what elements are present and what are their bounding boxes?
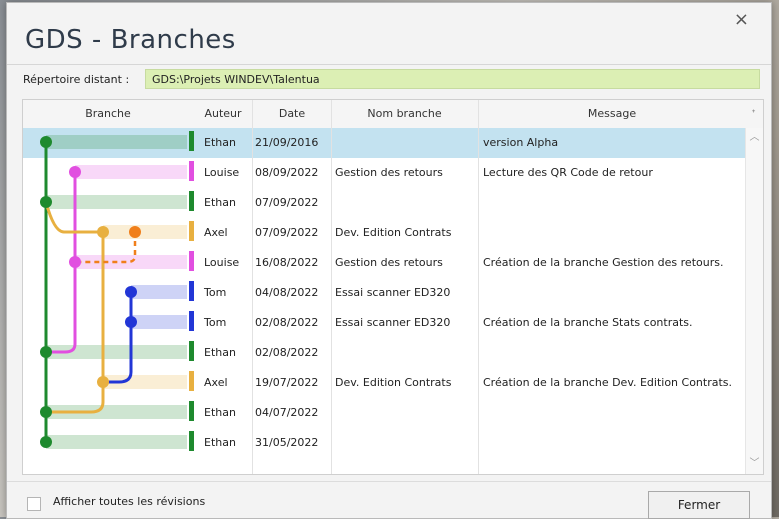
message-cell <box>483 428 745 458</box>
branch-track <box>46 135 187 149</box>
message-cell: Création de la branche Dev. Edition Cont… <box>483 376 733 389</box>
message-cell: Création de la branche Stats contrats. <box>483 316 693 329</box>
branch-name-cell: Gestion des retours <box>335 256 443 269</box>
tom-branch-line <box>103 292 133 384</box>
branch-graph <box>40 135 187 449</box>
commit-dot <box>40 136 52 148</box>
message-cell: Création de la branche Gestion des retou… <box>483 256 724 269</box>
message-cell <box>483 218 745 248</box>
header-message[interactable]: Message <box>478 100 746 128</box>
scroll-down-icon[interactable]: ﹀ <box>746 456 763 472</box>
branch-name-cell: Gestion des retours <box>335 166 443 179</box>
date-cell: 07/09/2022 <box>255 226 319 239</box>
repository-field[interactable]: GDS:\Projets WINDEV\Talentua <box>145 69 760 89</box>
branch-track <box>103 225 187 239</box>
vertical-scrollbar[interactable]: ︿ ﹀ <box>745 128 763 474</box>
commit-dot <box>69 256 81 268</box>
message-cell: Lecture des QR Code de retour <box>483 166 653 179</box>
branch-name-cell <box>335 188 478 218</box>
message-cell <box>483 278 745 308</box>
show-all-revisions-label: Afficher toutes les révisions <box>53 495 206 508</box>
date-cell: 19/07/2022 <box>255 376 319 389</box>
date-cell: 04/08/2022 <box>255 286 319 299</box>
column-divider <box>252 100 253 474</box>
date-cell: 16/08/2022 <box>255 256 319 269</box>
title-divider <box>7 64 771 65</box>
column-divider <box>331 100 332 474</box>
branch-track <box>131 315 187 329</box>
window-title: GDS - Branches <box>25 25 236 55</box>
branch-track <box>131 285 187 299</box>
message-cell <box>483 188 745 218</box>
message-cell <box>483 338 745 368</box>
commit-dot <box>97 226 109 238</box>
scroll-up-icon[interactable]: ︿ <box>746 130 763 146</box>
date-cell: 31/05/2022 <box>255 436 319 449</box>
header-branche[interactable]: Branche <box>23 100 193 128</box>
branches-table: Branche Auteur Date Nom branche Message … <box>22 99 764 475</box>
repository-label: Répertoire distant : <box>23 73 130 86</box>
branch-name-cell: Dev. Edition Contrats <box>335 226 452 239</box>
close-button[interactable]: Fermer <box>648 491 750 519</box>
commit-dot <box>69 166 81 178</box>
branch-name-cell <box>335 338 478 368</box>
branch-track <box>75 165 187 179</box>
branch-name-cell <box>335 428 478 458</box>
column-divider <box>478 100 479 474</box>
date-cell: 08/09/2022 <box>255 166 319 179</box>
commit-dot <box>40 406 52 418</box>
date-cell: 07/09/2022 <box>255 196 319 209</box>
branches-dialog: GDS - Branches × Répertoire distant : GD… <box>6 2 772 519</box>
commit-dot <box>40 436 52 448</box>
commit-dot <box>125 286 137 298</box>
branch-name-cell: Dev. Edition Contrats <box>335 376 452 389</box>
branch-name-cell: Essai scanner ED320 <box>335 286 451 299</box>
header-date[interactable]: Date <box>253 100 331 128</box>
show-all-revisions-checkbox[interactable] <box>27 497 41 511</box>
branch-name-cell <box>335 128 478 158</box>
header-extra-icon[interactable]: ᐩ <box>745 100 762 128</box>
close-icon[interactable]: × <box>734 9 749 30</box>
commit-dot <box>40 346 52 358</box>
table-header: Branche Auteur Date Nom branche Message … <box>23 100 763 129</box>
date-cell: 21/09/2016 <box>255 136 319 149</box>
branch-name-cell: Essai scanner ED320 <box>335 316 451 329</box>
header-nom-branche[interactable]: Nom branche <box>331 100 478 128</box>
branch-name-cell <box>335 398 478 428</box>
message-cell: version Alpha <box>483 136 559 149</box>
commit-dot <box>125 316 137 328</box>
commit-dot <box>97 376 109 388</box>
date-cell: 04/07/2022 <box>255 406 319 419</box>
commit-dot <box>129 226 141 238</box>
header-auteur[interactable]: Auteur <box>193 100 253 128</box>
date-cell: 02/08/2022 <box>255 346 319 359</box>
date-cell: 02/08/2022 <box>255 316 319 329</box>
branch-track <box>46 435 187 449</box>
commit-dot <box>40 196 52 208</box>
footer-divider <box>7 481 771 482</box>
branch-track <box>46 195 187 209</box>
message-cell <box>483 398 745 428</box>
